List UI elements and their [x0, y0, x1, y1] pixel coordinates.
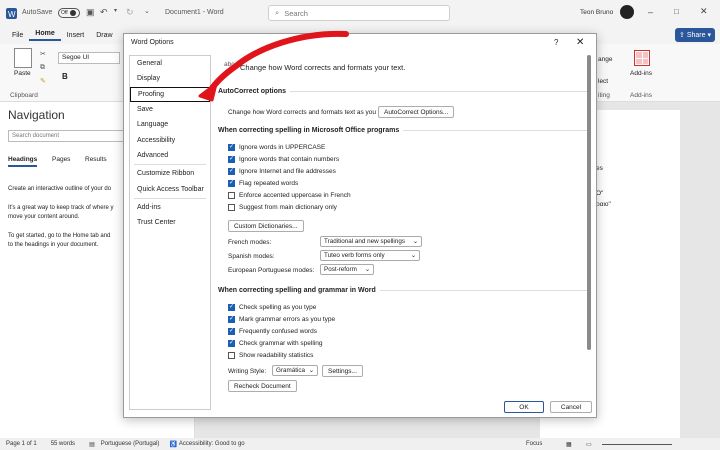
annotation-arrow-icon	[198, 30, 349, 102]
